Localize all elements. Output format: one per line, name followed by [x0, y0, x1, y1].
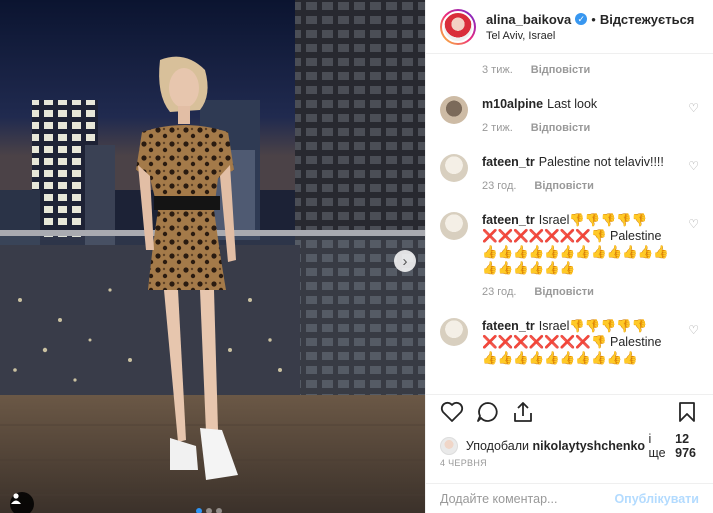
list-item: fateen_tr Palestine not telaviv!!!! 23 го…	[440, 154, 699, 192]
comment-input[interactable]	[440, 491, 615, 506]
comment-username[interactable]: fateen_tr	[482, 319, 535, 333]
bookmark-icon[interactable]	[676, 401, 698, 423]
comment-time: 3 тиж.	[482, 64, 513, 76]
reply-button[interactable]: Відповісти	[531, 122, 590, 134]
following-status-button[interactable]: Відстежується	[600, 12, 695, 27]
header-separator: •	[591, 11, 596, 27]
share-icon[interactable]	[511, 401, 535, 423]
list-item: m10alpine Last look 2 тиж. Відповісти ♡	[440, 96, 699, 134]
like-comment-heart-icon[interactable]: ♡	[688, 101, 699, 115]
add-comment-bar: Опублікувати	[426, 483, 713, 513]
likes-prefix: Уподобали	[465, 439, 530, 453]
like-comment-heart-icon[interactable]: ♡	[688, 217, 699, 231]
liker-username[interactable]: nikolaytyshchenko	[533, 439, 646, 453]
like-comment-heart-icon[interactable]: ♡	[688, 323, 699, 337]
post-panel: alina_baikova ✓ • Відстежується Tel Aviv…	[425, 0, 713, 513]
comment-icon[interactable]	[476, 401, 500, 423]
verified-badge-icon: ✓	[575, 13, 588, 25]
comment-time: 23 год.	[482, 180, 517, 192]
list-item: fateen_tr Israel👎👎👎👎👎❌❌❌❌❌❌❌👎 Palestine👍👍…	[440, 212, 699, 298]
reply-button[interactable]: Відповісти	[531, 64, 590, 76]
comment-username[interactable]: fateen_tr	[482, 213, 535, 227]
like-comment-heart-icon[interactable]: ♡	[688, 159, 699, 173]
carousel-dots	[196, 508, 222, 513]
publish-button[interactable]: Опублікувати	[614, 492, 699, 506]
carousel-dot	[216, 508, 222, 513]
likes-count[interactable]: 12 976	[675, 432, 713, 460]
comment-time: 23 год.	[482, 286, 517, 298]
comment-text: Palestine not telaviv!!!!	[538, 155, 664, 169]
avatar[interactable]	[440, 212, 468, 240]
list-item: fateen_tr Israel👎👎👎👎👎❌❌❌❌❌❌❌👎 Palestine👍👍…	[440, 318, 699, 366]
carousel-dot	[206, 508, 212, 513]
next-slide-button[interactable]: ›	[394, 250, 416, 272]
photo-illustration	[0, 0, 425, 513]
chevron-right-icon: ›	[402, 252, 408, 270]
comment-text: Last look	[547, 97, 598, 111]
tagged-users-button[interactable]	[10, 492, 34, 513]
comments-list[interactable]: 3 тиж. Відповісти m10alpine Last look 2 т…	[426, 54, 713, 387]
like-heart-icon[interactable]	[440, 401, 464, 423]
post-location[interactable]: Tel Aviv, Israel	[486, 30, 694, 42]
comment-time: 2 тиж.	[482, 122, 513, 134]
author-info: alina_baikova ✓ • Відстежується Tel Aviv…	[486, 12, 694, 42]
post-header: alina_baikova ✓ • Відстежується Tel Aviv…	[426, 0, 713, 54]
post-date[interactable]: 4 ЧЕРВНЯ	[440, 458, 487, 468]
likes-middle: і ще	[648, 432, 666, 460]
avatar[interactable]	[440, 154, 468, 182]
reply-button[interactable]: Відповісти	[534, 180, 593, 192]
avatar[interactable]	[440, 437, 458, 455]
avatar[interactable]	[440, 318, 468, 346]
carousel-dot	[196, 508, 202, 513]
author-username[interactable]: alina_baikova	[486, 12, 571, 27]
avatar[interactable]	[440, 96, 468, 124]
comment-username[interactable]: fateen_tr	[482, 155, 535, 169]
likes-summary: Уподобали nikolaytyshchenko і ще 12 976	[440, 432, 713, 460]
post-photo[interactable]: ›	[0, 0, 425, 513]
reply-button[interactable]: Відповісти	[534, 286, 593, 298]
post-actions	[426, 394, 713, 428]
comment-username[interactable]: m10alpine	[482, 97, 543, 111]
author-avatar[interactable]	[440, 8, 476, 45]
list-item: 3 тиж. Відповісти	[440, 64, 699, 76]
user-icon	[11, 493, 21, 504]
